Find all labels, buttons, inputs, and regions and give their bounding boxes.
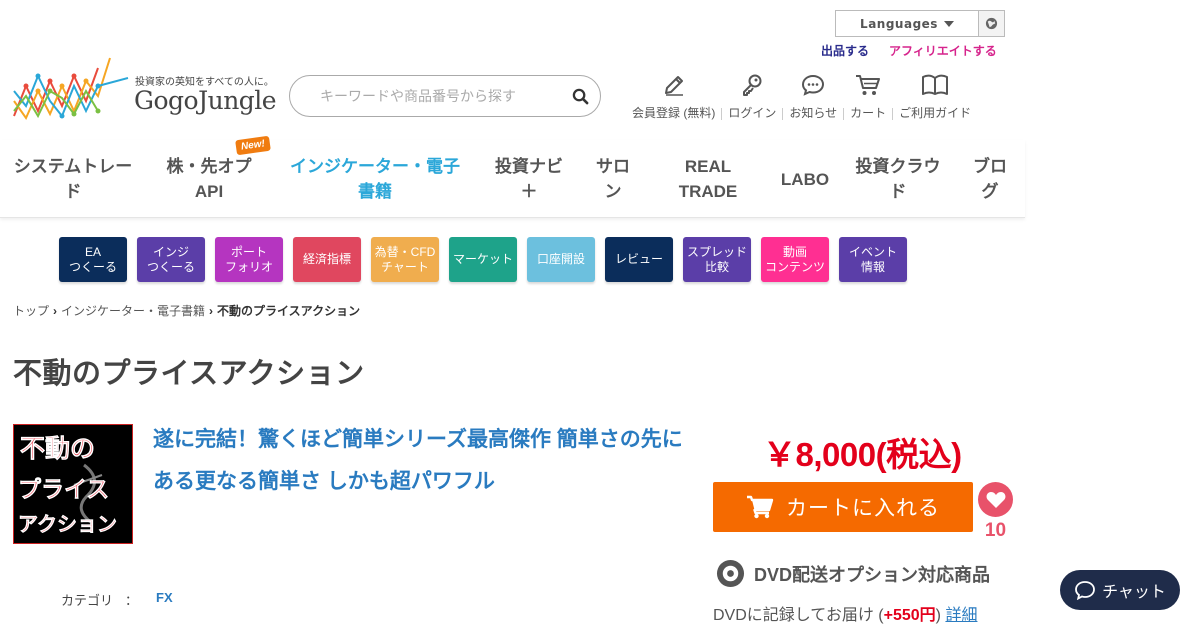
category-link[interactable]: FX [156, 590, 173, 609]
register-label: 会員登録 (無料) [632, 106, 716, 120]
nav-item-system-trade[interactable]: システムトレード [8, 154, 138, 204]
product-price: ￥8,000(税込) [763, 436, 962, 473]
nav-label: REAL TRADE [678, 157, 738, 201]
register-link[interactable]: 会員登録 (無料) [626, 70, 721, 121]
category-button-ea-tool[interactable]: EA つくーる [59, 237, 127, 282]
nav-label: ブログ [973, 157, 1007, 201]
search-icon[interactable] [560, 88, 600, 105]
search-box [289, 75, 601, 117]
nav-label: 株・先オプ API [166, 157, 252, 201]
category-button-market[interactable]: マーケット [449, 237, 517, 282]
guide-label: ご利用ガイド [899, 106, 972, 120]
book-icon [921, 70, 949, 100]
logo-graph-icon [13, 57, 129, 121]
category-button-review[interactable]: レビュー [605, 237, 673, 282]
dvd-detail-link[interactable]: 詳細 [945, 607, 977, 624]
cart-label: カート [850, 106, 887, 120]
site-logo[interactable]: 投資家の英知をすべての人に。 GogoJungle [12, 56, 277, 126]
guide-link[interactable]: ご利用ガイド [893, 70, 977, 121]
breadcrumb-section[interactable]: インジケーター・電子書籍 [61, 302, 205, 319]
nav-label: 投資ナビ＋ [495, 157, 563, 201]
dvd-option-label: DVD配送オプション対応商品 [754, 564, 991, 585]
dvd-note-prefix: DVDに記録してお届け ( [713, 607, 884, 624]
disc-icon [716, 559, 745, 588]
category-label: カテゴリ [61, 593, 114, 608]
page-title: 不動のプライスアクション [13, 358, 365, 390]
sell-link[interactable]: 出品する [821, 42, 869, 59]
affiliate-link[interactable]: アフィリエイトする [889, 42, 997, 59]
breadcrumb-home[interactable]: トップ [13, 302, 49, 319]
nav-item-invest-navi[interactable]: 投資ナビ＋ [490, 154, 568, 204]
nav-label: サロン [596, 157, 630, 201]
product-image: 不動の プライス アクション [14, 425, 132, 543]
search-input[interactable] [320, 88, 560, 104]
category-button-event-info[interactable]: イベント 情報 [839, 237, 907, 282]
add-to-cart-label: カートに入れる [786, 497, 940, 520]
product-headline: 遂に完結！驚くほど簡単シリーズ最高傑作 簡単さの先にある更なる簡単さ しかも超パ… [153, 428, 683, 493]
login-label: ログイン [728, 106, 777, 120]
key-icon [740, 70, 764, 100]
nav-item-stock-api[interactable]: 株・先オプ API New! [160, 135, 271, 204]
category-button-bar: EA つくーる インジ つくーる ポート フォリオ 経済指標 為替・CFD チャ… [59, 237, 907, 282]
chat-bubble-icon [801, 70, 825, 100]
language-selector[interactable]: Languages [835, 10, 1005, 37]
nav-item-real-trade[interactable]: REAL TRADE [668, 154, 748, 204]
pencil-icon [662, 70, 686, 100]
nav-item-labo[interactable]: LABO [776, 167, 834, 192]
category-button-portfolio[interactable]: ポート フォリオ [215, 237, 283, 282]
thumb-text-line-1: 不動の [20, 434, 95, 463]
favorite-button[interactable] [978, 482, 1013, 517]
category-button-account-opening[interactable]: 口座開設 [527, 237, 595, 282]
product-category-row: カテゴリ ： FX [61, 590, 173, 609]
nav-item-indicators-ebooks[interactable]: インジケーター・電子書籍 [283, 154, 467, 204]
dvd-note-suffix: ) [935, 607, 946, 624]
dvd-price: +550円 [883, 607, 936, 624]
chevron-right-icon: › [209, 303, 214, 318]
breadcrumb-current: 不動のプライスアクション [217, 304, 361, 318]
login-link[interactable]: ログイン [722, 70, 782, 121]
chevron-right-icon: › [53, 303, 58, 318]
favorite-count: 10 [984, 520, 1007, 541]
category-colon: ： [125, 593, 139, 608]
thumb-text-line-2: プライス [18, 476, 109, 503]
notifications-link[interactable]: お知らせ [783, 70, 843, 121]
caret-down-icon [943, 20, 954, 27]
notifications-label: お知らせ [789, 106, 838, 120]
nav-item-blog[interactable]: ブログ [970, 154, 1010, 204]
category-button-spread-compare[interactable]: スプレッド 比較 [683, 237, 751, 282]
cart-link[interactable]: カート [844, 70, 892, 121]
nav-item-invest-cloud[interactable]: 投資クラウド [850, 154, 946, 204]
chat-label: チャット [1102, 584, 1166, 601]
nav-label: システムトレード [13, 157, 133, 201]
favorite-widget: 10 [978, 482, 1013, 542]
category-button-economic-indicators[interactable]: 経済指標 [293, 237, 361, 282]
category-button-indi-tool[interactable]: インジ つくーる [137, 237, 205, 282]
breadcrumb: トップ › インジケーター・電子書籍 › 不動のプライスアクション [13, 302, 360, 319]
nav-label: LABO [780, 170, 830, 189]
category-button-video-content[interactable]: 動画 コンテンツ [761, 237, 829, 282]
dvd-option-row: DVD配送オプション対応商品 [716, 559, 990, 588]
product-thumbnail[interactable]: 不動の プライス アクション [13, 424, 133, 544]
chat-bubble-icon [1075, 581, 1095, 600]
category-button-fx-cfd-chart[interactable]: 為替・CFD チャート [371, 237, 439, 282]
heart-icon [986, 491, 1005, 508]
globe-icon[interactable] [978, 11, 1004, 36]
header-icon-menu: 会員登録 (無料) ログイン お知らせ カート ご利用ガイド [626, 70, 977, 121]
new-badge: New! [235, 135, 271, 156]
cart-icon [855, 70, 881, 100]
nav-label: 投資クラウド [855, 157, 941, 201]
nav-item-salon[interactable]: サロン [590, 154, 636, 204]
language-label: Languages [860, 16, 938, 31]
dvd-option-note: DVDに記録してお届け (+550円) 詳細 [713, 601, 977, 625]
logo-brand: GogoJungle [134, 86, 277, 115]
cart-icon [747, 495, 774, 519]
main-nav: システムトレード 株・先オプ API New! インジケーター・電子書籍 投資ナ… [0, 135, 1025, 218]
add-to-cart-button[interactable]: カートに入れる [713, 482, 973, 532]
thumb-text-line-3: アクション [18, 512, 117, 536]
chat-button[interactable]: チャット [1060, 570, 1180, 610]
nav-label: インジケーター・電子書籍 [290, 157, 460, 201]
